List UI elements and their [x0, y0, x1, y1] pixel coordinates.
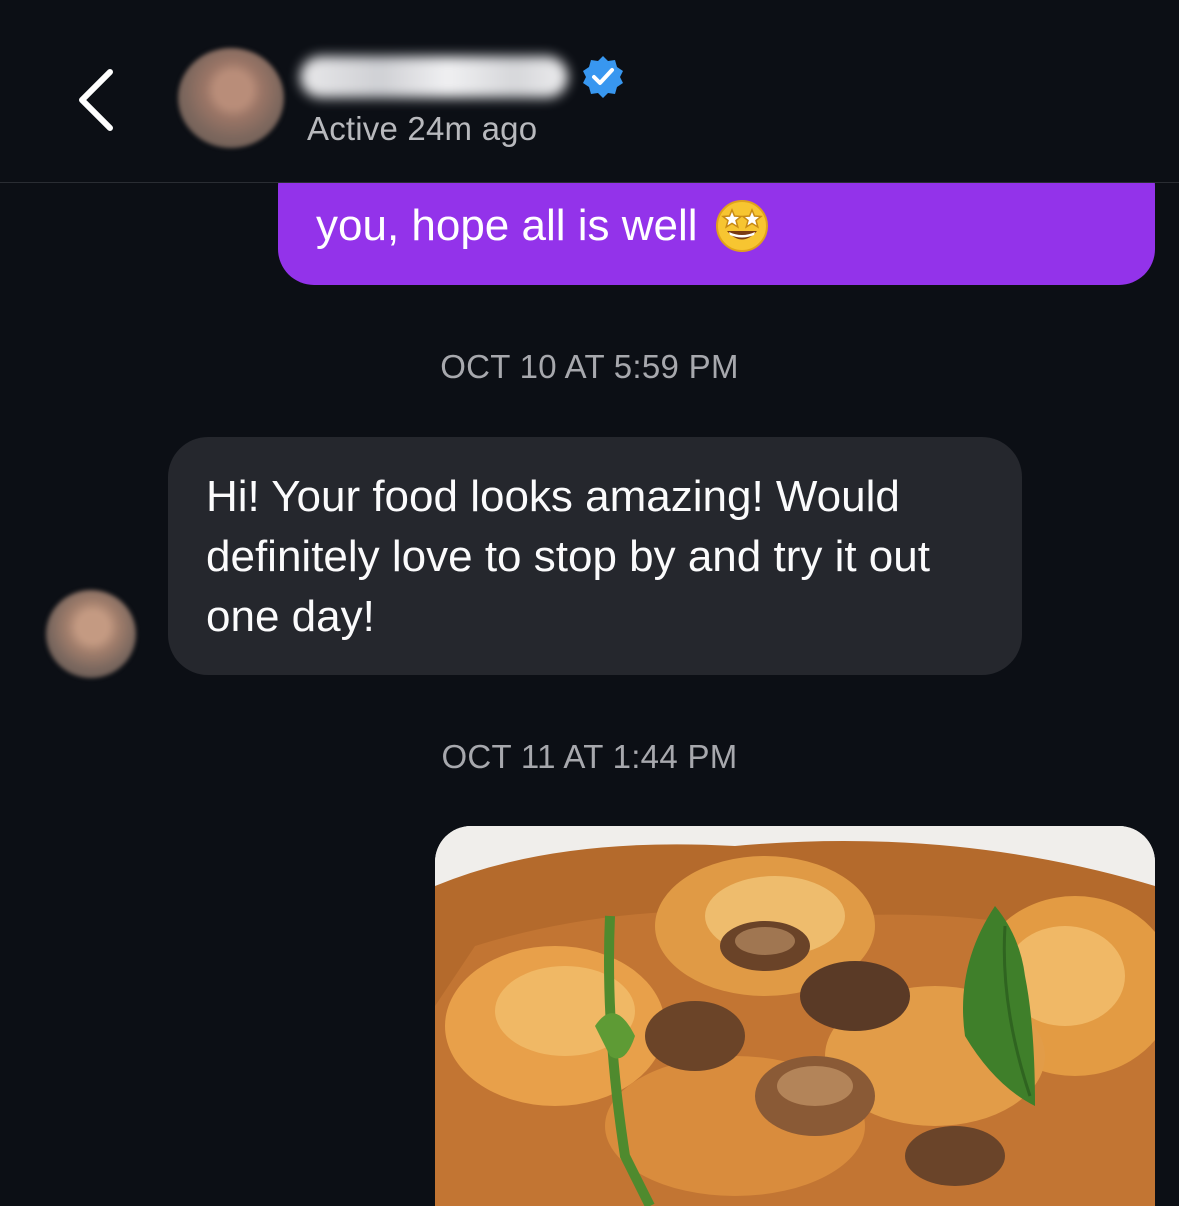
message-text-line: you, hope all is well [316, 198, 770, 254]
food-photo[interactable] [435, 826, 1155, 1206]
contact-avatar[interactable] [178, 48, 284, 148]
verified-badge-icon [583, 56, 623, 98]
timestamp: OCT 10 AT 5:59 PM [440, 348, 739, 385]
food-photo-image [435, 826, 1155, 1206]
active-status: Active 24m ago [307, 110, 538, 147]
back-chevron-icon[interactable] [70, 60, 130, 140]
message-text: Hi! Your food looks amazing! Would defin… [206, 472, 930, 641]
contact-avatar-small[interactable] [46, 590, 136, 678]
contact-name-redacted[interactable] [300, 56, 568, 98]
timestamp: OCT 11 AT 1:44 PM [441, 738, 738, 775]
message-text: you, hope all is well [316, 201, 698, 250]
incoming-message-bubble[interactable]: Hi! Your food looks amazing! Would defin… [168, 437, 1022, 675]
star-struck-emoji-icon [715, 200, 768, 252]
chat-header: Active 24m ago [0, 0, 1179, 183]
